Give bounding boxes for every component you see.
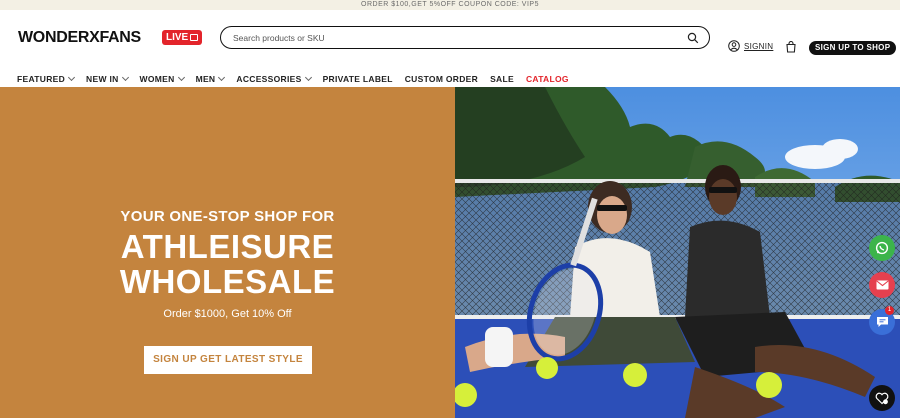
signup-to-shop-button[interactable]: SIGN UP TO SHOP — [809, 41, 897, 55]
nav-item-featured[interactable]: FEATURED — [17, 73, 76, 84]
signin-label: SIGNIN — [744, 41, 774, 51]
nav-item-catalog[interactable]: CATALOG — [526, 74, 569, 84]
nav-item-new-in[interactable]: NEW IN — [86, 73, 129, 84]
heart-icon — [875, 392, 889, 404]
nav-item-accessories[interactable]: ACCESSORIES — [236, 73, 312, 84]
nav-label: NEW IN — [86, 74, 119, 84]
promo-text: ORDER $100,GET 5%OFF COUPON CODE: VIP5 — [361, 1, 539, 8]
whatsapp-icon — [875, 241, 889, 255]
whatsapp-button[interactable] — [869, 235, 895, 261]
nav-label: ACCESSORIES — [236, 74, 302, 84]
hero-title-line1: ATHLEISURE — [120, 228, 335, 265]
nav-label: FEATURED — [17, 74, 66, 84]
search-input[interactable] — [233, 32, 687, 43]
site-header: WONDERXFANS LIVE SIGNIN SIGN UP TO SHOP … — [0, 10, 900, 84]
signup-latest-style-button[interactable]: SIGN UP GET LATEST STYLE — [144, 346, 312, 374]
nav-label: SALE — [490, 74, 514, 84]
hero-offer: Order $1000, Get 10% Off — [163, 308, 292, 320]
live-label: LIVE — [166, 32, 189, 43]
chat-badge: 1 — [885, 306, 894, 315]
search-bar — [220, 26, 710, 49]
tennis-photo — [455, 87, 900, 418]
live-badge[interactable]: LIVE — [162, 30, 203, 45]
hero-title-line2: WHOLESALE — [119, 263, 336, 300]
chevron-down-icon — [68, 73, 76, 82]
nav-label: CUSTOM ORDER — [404, 74, 479, 84]
mail-icon — [875, 280, 889, 290]
wishlist-button[interactable] — [869, 385, 895, 411]
nav-item-private-label[interactable]: PRIVATE LABEL — [323, 74, 393, 84]
hero-image — [455, 87, 900, 418]
tv-icon — [190, 34, 199, 41]
user-icon — [728, 40, 740, 52]
hero-title: ATHLEISURE WHOLESALE — [0, 229, 455, 299]
hero-text-panel: YOUR ONE-STOP SHOP FOR ATHLEISURE WHOLES… — [0, 87, 455, 418]
nav-item-custom-order[interactable]: CUSTOM ORDER — [405, 74, 478, 84]
chevron-down-icon — [304, 73, 312, 82]
hero-banner: YOUR ONE-STOP SHOP FOR ATHLEISURE WHOLES… — [0, 87, 900, 418]
email-button[interactable] — [869, 272, 895, 298]
promo-bar: ORDER $100,GET 5%OFF COUPON CODE: VIP5 — [0, 0, 900, 10]
hero-subtitle: YOUR ONE-STOP SHOP FOR — [120, 208, 335, 225]
main-nav: FEATURED NEW IN WOMEN MEN ACCESSORIES PR… — [17, 73, 581, 84]
nav-item-women[interactable]: WOMEN — [139, 73, 185, 84]
nav-label: WOMEN — [139, 74, 175, 84]
chevron-down-icon — [177, 73, 185, 82]
nav-label: MEN — [195, 74, 216, 84]
chevron-down-icon — [218, 73, 226, 82]
nav-item-men[interactable]: MEN — [195, 73, 226, 84]
chat-icon — [876, 317, 888, 327]
cart-icon[interactable] — [786, 41, 796, 53]
nav-label: CATALOG — [525, 74, 569, 84]
site-logo[interactable]: WONDERXFANS — [18, 29, 141, 47]
nav-label: PRIVATE LABEL — [322, 74, 393, 84]
nav-item-sale[interactable]: SALE — [490, 74, 514, 84]
search-icon[interactable] — [687, 32, 699, 44]
signin-link[interactable]: SIGNIN — [728, 40, 773, 52]
chevron-down-icon — [121, 73, 129, 82]
